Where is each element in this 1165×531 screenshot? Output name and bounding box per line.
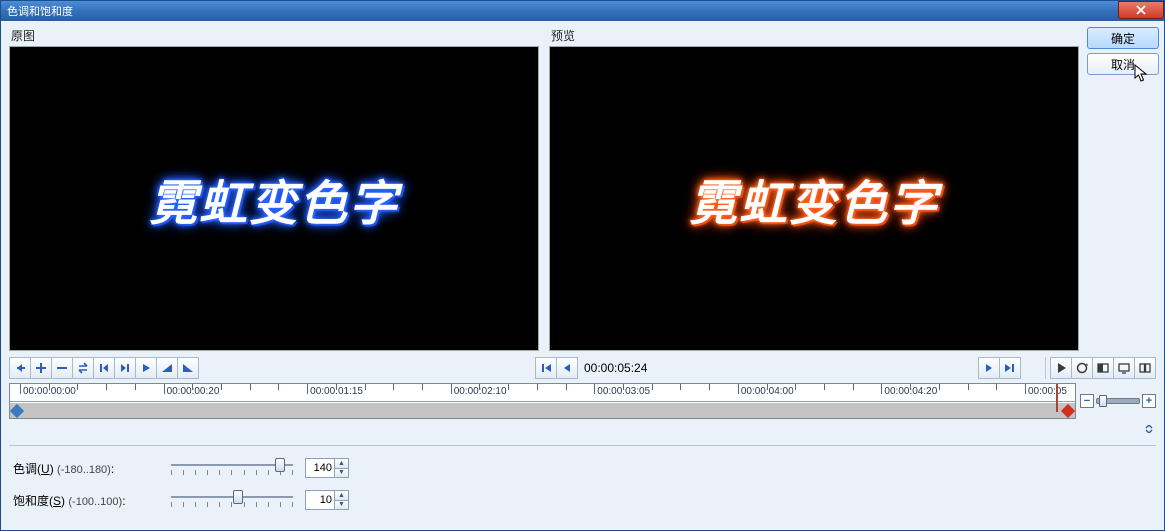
plus-icon — [34, 361, 48, 375]
title-text: 色调和饱和度 — [5, 3, 73, 19]
zoom-out-button[interactable]: − — [1080, 394, 1094, 408]
content-area: 原图 霓虹变色字 预览 霓虹变色字 确定 取消 — [1, 21, 1164, 530]
hue-input[interactable] — [306, 459, 334, 477]
fade-in-button[interactable] — [156, 357, 178, 379]
divider — [9, 445, 1156, 446]
zoom-in-button[interactable]: + — [1142, 394, 1156, 408]
timeline-track[interactable] — [10, 402, 1075, 419]
ok-button[interactable]: 确定 — [1087, 27, 1159, 49]
first-frame-icon — [539, 361, 553, 375]
prev-key-icon — [97, 361, 111, 375]
sat-spin-up[interactable]: ▲ — [335, 491, 348, 500]
last-frame-icon — [1003, 361, 1017, 375]
fade-out-button[interactable] — [177, 357, 199, 379]
play-key-button[interactable] — [135, 357, 157, 379]
timeline[interactable]: 00:00:00:0000:00:00:2000:00:01:1500:00:0… — [9, 383, 1076, 419]
original-neon-text: 霓虹变色字 — [149, 164, 399, 234]
minus-icon — [55, 361, 69, 375]
hue-spinner[interactable]: ▲▼ — [305, 458, 349, 478]
monitor-button[interactable] — [1113, 357, 1135, 379]
chevron-up-down-icon — [1144, 425, 1154, 433]
swap-icon — [76, 361, 90, 375]
zoom-slider[interactable] — [1096, 398, 1140, 404]
original-label: 原图 — [9, 27, 539, 46]
loop-icon — [1075, 361, 1089, 375]
next-key-icon — [118, 361, 132, 375]
hue-spin-up[interactable]: ▲ — [335, 459, 348, 468]
preview-neon-text: 霓虹变色字 — [689, 164, 939, 234]
play-icon — [139, 361, 153, 375]
hue-spin-down[interactable]: ▼ — [335, 468, 348, 478]
last-frame-button[interactable] — [999, 357, 1021, 379]
half-icon — [1096, 361, 1110, 375]
first-frame-button[interactable] — [535, 357, 557, 379]
dialog-window: 色调和饱和度 原图 霓虹变色字 预览 霓虹变色字 确定 取消 — [0, 0, 1165, 531]
prev-frame-button[interactable] — [556, 357, 578, 379]
sat-spinner[interactable]: ▲▼ — [305, 490, 349, 510]
preview-panel: 预览 霓虹变色字 — [549, 27, 1079, 351]
hue-label: 色调(U) (-180..180): — [13, 460, 163, 477]
sat-slider-thumb[interactable] — [233, 490, 243, 504]
hue-slider[interactable] — [167, 456, 297, 480]
timeline-ruler[interactable]: 00:00:00:0000:00:00:2000:00:01:1500:00:0… — [10, 384, 1075, 402]
next-keyframe-button[interactable] — [114, 357, 136, 379]
play-icon — [1054, 361, 1068, 375]
titlebar[interactable]: 色调和饱和度 — [1, 1, 1164, 21]
next-frame-button[interactable] — [978, 357, 1000, 379]
keyframe-end[interactable] — [1061, 404, 1075, 418]
split-icon — [1138, 361, 1152, 375]
close-button[interactable] — [1118, 1, 1164, 19]
prev-frame-icon — [560, 361, 574, 375]
sat-spin-down[interactable]: ▼ — [335, 500, 348, 510]
remove-key-button[interactable] — [51, 357, 73, 379]
fade-in-icon — [160, 361, 174, 375]
undo-icon — [13, 361, 27, 375]
zoom-thumb[interactable] — [1099, 395, 1107, 407]
collapse-toggle[interactable] — [1142, 423, 1156, 435]
sat-label: 饱和度(S) (-100..100): — [13, 492, 163, 509]
original-panel: 原图 霓虹变色字 — [9, 27, 539, 351]
original-viewport: 霓虹变色字 — [9, 46, 539, 351]
fade-out-icon — [181, 361, 195, 375]
timeline-label: 00:00:05 — [1028, 386, 1067, 397]
sat-input[interactable] — [306, 491, 334, 509]
play-button[interactable] — [1050, 357, 1072, 379]
sat-slider[interactable] — [167, 488, 297, 512]
timecode: 00:00:05:24 — [584, 361, 647, 375]
prev-keyframe-button[interactable] — [93, 357, 115, 379]
close-icon — [1135, 5, 1147, 15]
swap-button[interactable] — [72, 357, 94, 379]
monitor-icon — [1117, 361, 1131, 375]
preview-viewport: 霓虹变色字 — [549, 46, 1079, 351]
next-frame-icon — [982, 361, 996, 375]
hue-slider-thumb[interactable] — [275, 458, 285, 472]
add-key-button[interactable] — [30, 357, 52, 379]
split-button[interactable] — [1134, 357, 1156, 379]
loop-button[interactable] — [1071, 357, 1093, 379]
undo-button[interactable] — [9, 357, 31, 379]
cancel-button[interactable]: 取消 — [1087, 53, 1159, 75]
preview-label: 预览 — [549, 27, 1079, 46]
keyframe-start[interactable] — [10, 404, 24, 418]
half-button[interactable] — [1092, 357, 1114, 379]
